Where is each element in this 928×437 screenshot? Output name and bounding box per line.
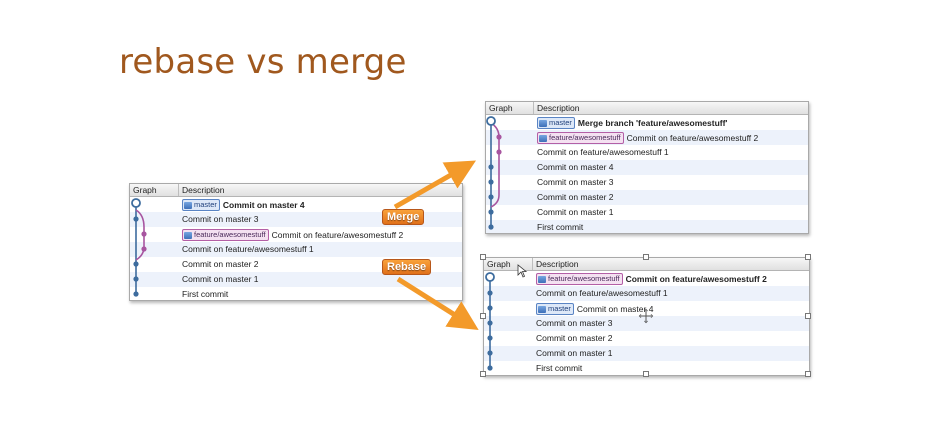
merge-arrow: [393, 160, 477, 210]
arrow-cursor-icon: [517, 264, 528, 278]
merge-label: Merge: [382, 209, 425, 225]
move-cursor-icon: [638, 308, 654, 324]
arrows-overlay: [393, 160, 654, 331]
rebase-label: Rebase: [382, 259, 432, 275]
rebase-arrow: [396, 276, 479, 331]
